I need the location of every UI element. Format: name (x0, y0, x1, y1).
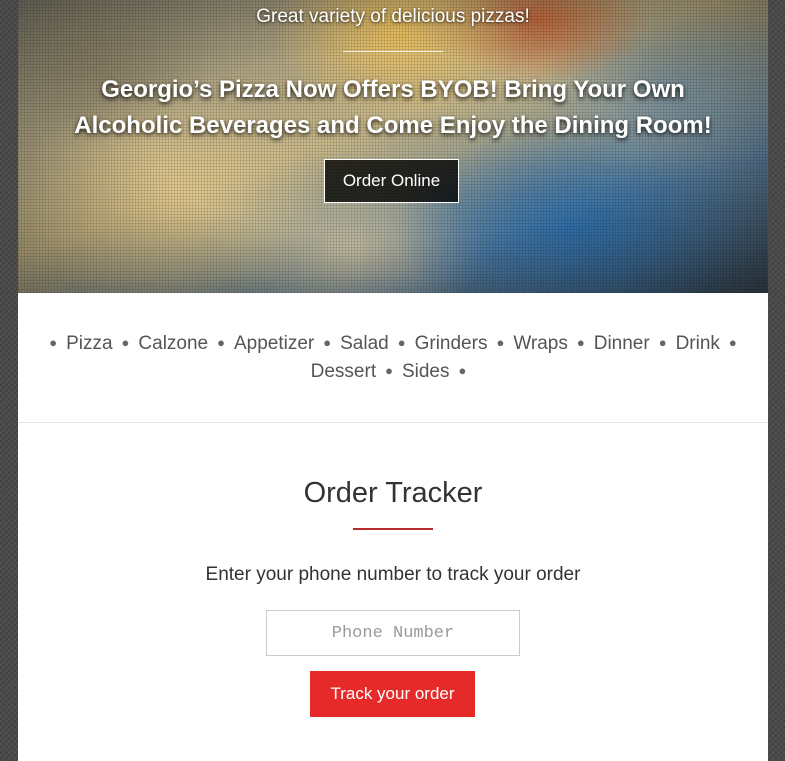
bullet-icon: ● (728, 335, 737, 350)
page-container: Great variety of delicious pizzas! Georg… (18, 0, 768, 761)
hero-content: Great variety of delicious pizzas! Georg… (18, 0, 768, 293)
bullet-icon: ● (397, 335, 406, 350)
hero-banner: Great variety of delicious pizzas! Georg… (18, 0, 768, 293)
menu-item-calzone[interactable]: Calzone (138, 333, 208, 354)
headline-line-1: Georgio’s Pizza Now Offers BYOB! Bring Y… (101, 76, 685, 103)
menu-item-wraps[interactable]: Wraps (513, 333, 568, 354)
order-tracker-title: Order Tracker (303, 477, 483, 509)
hero-headline: Georgio’s Pizza Now Offers BYOB! Bring Y… (18, 72, 768, 144)
menu-item-dessert[interactable]: Dessert (311, 361, 376, 382)
phone-number-input[interactable] (266, 610, 520, 656)
menu-item-salad[interactable]: Salad (340, 333, 389, 354)
headline-line-2: Alcoholic Beverages and Come Enjoy the D… (74, 112, 712, 139)
tagline-divider (343, 51, 443, 52)
bullet-icon: ● (658, 335, 667, 350)
menu-item-appetizer[interactable]: Appetizer (234, 333, 314, 354)
menu-item-dinner[interactable]: Dinner (594, 333, 650, 354)
track-order-button[interactable]: Track your order (310, 671, 475, 717)
menu-row-1: ● Pizza ● Calzone ● Appetizer ● Salad ● Grinders ●… (18, 333, 768, 355)
bullet-icon: ● (49, 335, 58, 350)
bullet-icon: ● (385, 363, 393, 378)
menu-item-pizza[interactable]: Pizza (66, 333, 112, 354)
menu-item-drink[interactable]: Drink (676, 333, 720, 354)
title-divider (353, 528, 433, 530)
order-tracker-instructions: Enter your phone number to track your or… (205, 564, 581, 585)
bullet-icon: ● (323, 335, 332, 350)
bullet-icon: ● (121, 335, 130, 350)
order-online-button[interactable]: Order Online (324, 159, 459, 203)
bullet-icon: ● (458, 363, 467, 378)
menu-category-nav: ● Pizza ● Calzone ● Appetizer ● Salad ● Grinders ●… (18, 294, 768, 423)
hero-tagline: Great variety of delicious pizzas! (256, 6, 530, 27)
menu-item-grinders[interactable]: Grinders (415, 333, 488, 354)
bullet-icon: ● (576, 335, 585, 350)
bullet-icon: ● (496, 335, 505, 350)
menu-item-sides[interactable]: Sides (402, 361, 450, 382)
menu-row-2: Dessert ● Sides ● (18, 361, 768, 383)
bullet-icon: ● (217, 335, 225, 350)
